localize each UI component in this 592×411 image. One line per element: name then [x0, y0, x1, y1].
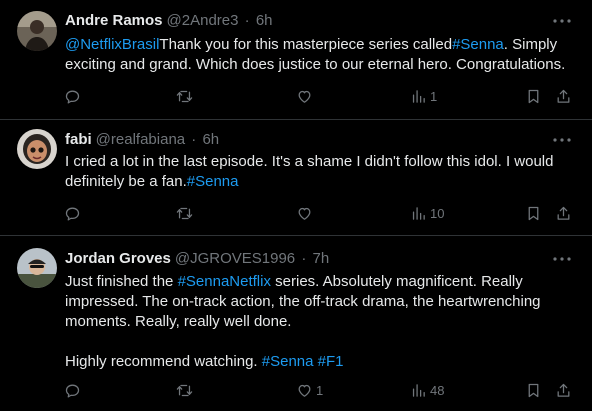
- bookmark-button[interactable]: [525, 203, 542, 223]
- view-count: 1: [430, 88, 438, 104]
- tweet-jordan-groves[interactable]: Jordan Groves @JGROVES1996 · 7h Just fini…: [0, 235, 592, 411]
- author-name[interactable]: fabi: [65, 131, 92, 148]
- timestamp[interactable]: 6h: [256, 12, 273, 29]
- bookmark-button[interactable]: [525, 380, 542, 400]
- more-icon[interactable]: [552, 135, 572, 145]
- reply-button[interactable]: [64, 380, 81, 400]
- views-icon: [410, 382, 427, 399]
- action-bar: 1 48: [0, 380, 592, 400]
- avatar[interactable]: [17, 248, 57, 288]
- tweet-text: Just finished the #SennaNetflix series. …: [65, 272, 580, 372]
- tweet-text: @NetflixBrasilThank you for this masterp…: [65, 35, 580, 75]
- tweet-text-part: Highly recommend watching.: [65, 353, 262, 370]
- more-icon[interactable]: [552, 16, 572, 26]
- like-button[interactable]: 1: [296, 380, 323, 400]
- hashtag-link[interactable]: #Senna: [452, 36, 504, 53]
- like-count: 1: [316, 382, 324, 398]
- reply-icon: [64, 382, 81, 399]
- share-button[interactable]: [555, 203, 572, 223]
- views-button[interactable]: 10: [410, 203, 444, 223]
- like-icon: [296, 205, 313, 222]
- action-bar: 1: [0, 86, 592, 106]
- tweet-text-part: I cried a lot in the last episode. It's …: [65, 153, 554, 190]
- like-icon: [296, 88, 313, 105]
- avatar[interactable]: [17, 129, 57, 169]
- separator-dot: ·: [191, 131, 197, 148]
- views-icon: [410, 205, 427, 222]
- retweet-icon: [176, 88, 193, 105]
- retweet-button[interactable]: [176, 203, 193, 223]
- timestamp[interactable]: 6h: [202, 131, 219, 148]
- author-handle[interactable]: @2Andre3: [167, 12, 239, 29]
- share-icon: [555, 205, 572, 222]
- bookmark-icon: [525, 382, 542, 399]
- separator-dot: ·: [244, 12, 250, 29]
- views-button[interactable]: 1: [410, 86, 437, 106]
- reply-button[interactable]: [64, 203, 81, 223]
- author-handle[interactable]: @JGROVES1996: [175, 250, 295, 267]
- hashtag-link[interactable]: #Senna: [187, 173, 239, 190]
- author-name[interactable]: Andre Ramos: [65, 12, 163, 29]
- hashtag-link[interactable]: #SennaNetflix: [178, 273, 271, 290]
- mention-link[interactable]: @NetflixBrasil: [65, 36, 159, 53]
- tweet-text-part: Just finished the: [65, 273, 178, 290]
- reply-icon: [64, 88, 81, 105]
- reply-icon: [64, 205, 81, 222]
- like-icon: [296, 382, 313, 399]
- views-icon: [410, 88, 427, 105]
- retweet-icon: [176, 205, 193, 222]
- view-count: 48: [430, 382, 445, 398]
- share-icon: [555, 382, 572, 399]
- views-button[interactable]: 48: [410, 380, 444, 400]
- retweet-icon: [176, 382, 193, 399]
- retweet-button[interactable]: [176, 380, 193, 400]
- share-icon: [555, 88, 572, 105]
- more-icon[interactable]: [552, 254, 572, 264]
- action-bar: 10: [0, 203, 592, 223]
- bookmark-icon: [525, 205, 542, 222]
- tweet-text-part: Thank you for this masterpiece series ca…: [159, 36, 453, 53]
- like-button[interactable]: [296, 86, 316, 106]
- tweet-andre-ramos[interactable]: Andre Ramos @2Andre3 · 6h @NetflixBrasilT…: [0, 0, 592, 120]
- tweet-fabi[interactable]: fabi @realfabiana · 6h I cried a lot in t…: [0, 119, 592, 236]
- bookmark-button[interactable]: [525, 86, 542, 106]
- retweet-button[interactable]: [176, 86, 193, 106]
- view-count: 10: [430, 205, 445, 221]
- author-handle[interactable]: @realfabiana: [96, 131, 185, 148]
- bookmark-icon: [525, 88, 542, 105]
- separator-dot: ·: [301, 250, 307, 267]
- reply-button[interactable]: [64, 86, 81, 106]
- timestamp[interactable]: 7h: [313, 250, 330, 267]
- tweet-text: I cried a lot in the last episode. It's …: [65, 152, 580, 192]
- hashtag-link[interactable]: #Senna: [262, 353, 314, 370]
- share-button[interactable]: [555, 380, 572, 400]
- author-name[interactable]: Jordan Groves: [65, 250, 171, 267]
- hashtag-link[interactable]: #F1: [318, 353, 344, 370]
- avatar[interactable]: [17, 11, 57, 51]
- like-button[interactable]: [296, 203, 316, 223]
- share-button[interactable]: [555, 86, 572, 106]
